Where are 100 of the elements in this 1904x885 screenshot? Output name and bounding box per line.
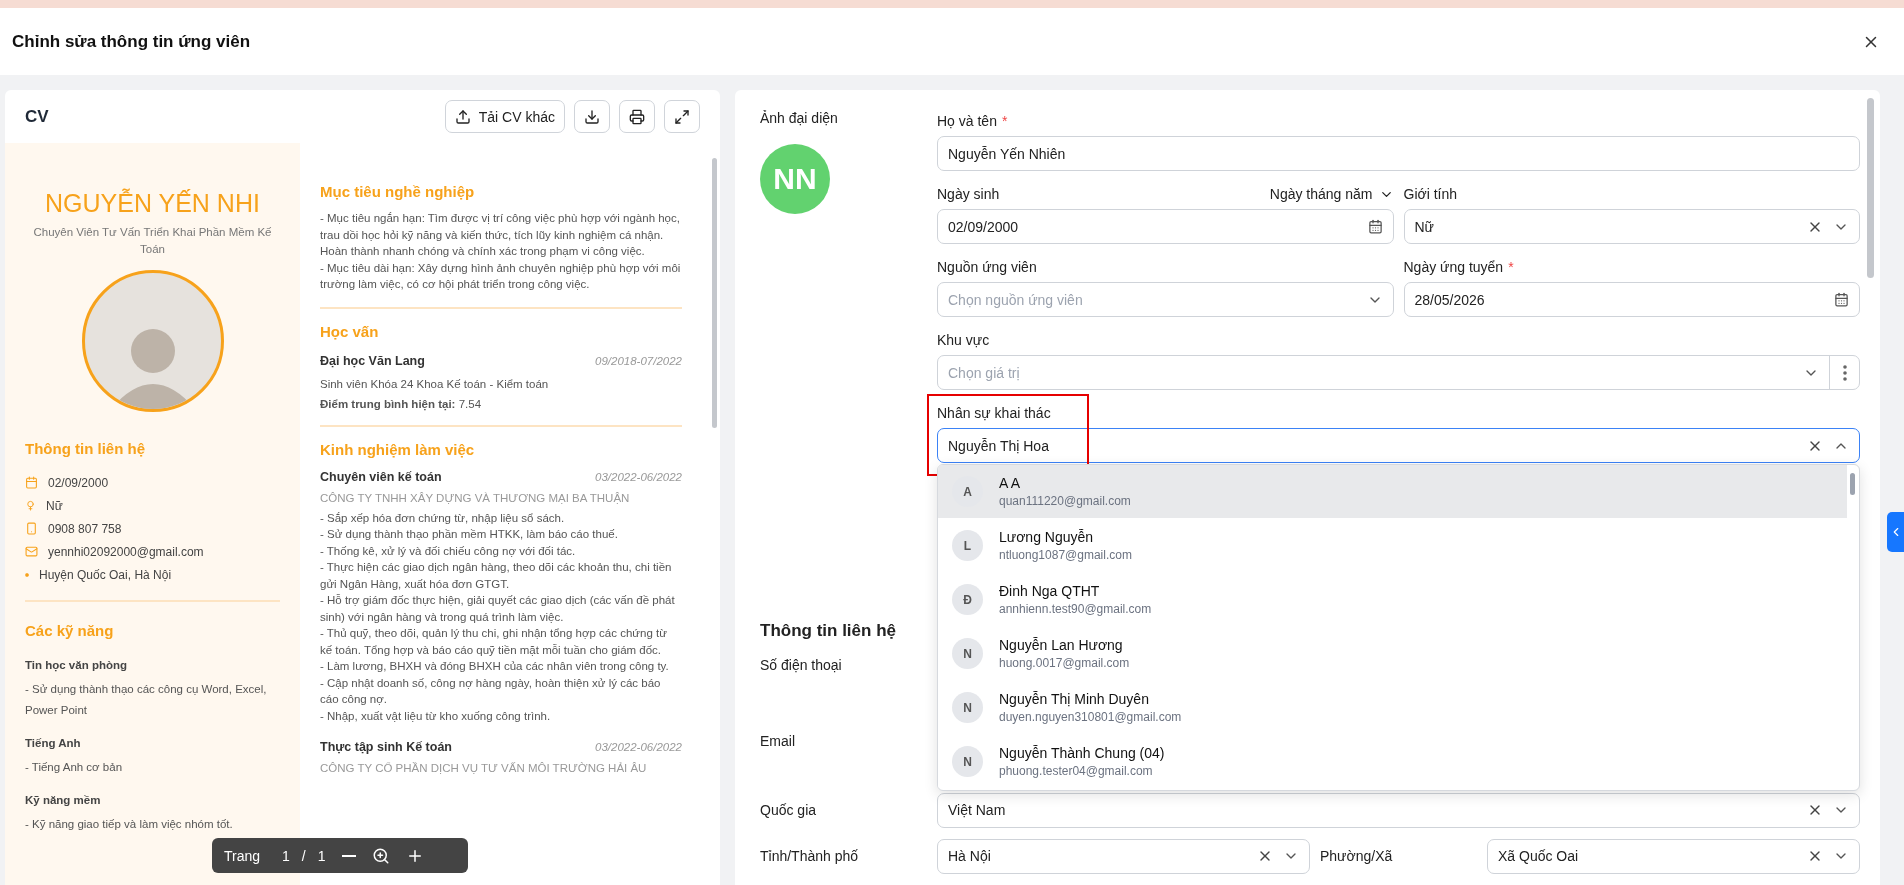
zoom-icon <box>371 846 390 865</box>
contact-text: 02/09/2000 <box>48 475 109 490</box>
period-text: 03/2022-06/2022 <box>595 741 682 753</box>
initial-avatar: N <box>952 692 983 723</box>
field-label: Tỉnh/Thành phố <box>760 848 860 864</box>
page-number: 1 <box>282 847 290 864</box>
company-name: CÔNG TY TNHH XÂY DỰNG VÀ THƯƠNG MẠI BA THUẬN <box>320 491 631 504</box>
calendar-icon[interactable] <box>1834 292 1849 307</box>
section-title: Thông tin liên hệ <box>760 621 897 641</box>
field-label: Khu vực <box>937 332 990 348</box>
contact-text: 0908 807 758 <box>48 521 122 536</box>
birth-date-input[interactable]: 02/09/2000 <box>937 209 1394 244</box>
dropdown-option[interactable]: A A A quan111220@gmail.com <box>938 465 1847 518</box>
dialog-title: Chỉnh sửa thông tin ứng viên <box>12 31 251 52</box>
duty-text: - Hỗ trợ giám đốc thực hiện, giải quyết các giao dịch (các vấn đề phát sinh) với ngân hàng và trong quá trình làm việc. <box>320 593 676 625</box>
download-button[interactable] <box>574 100 610 133</box>
duty-text: - Thủ quỹ, theo dõi, quản lý thu chi, ghi nhận tổng hợp các chứng từ kế toán. Tổng hợp và báo cáo quỹ tiền mặt mỗi tuần cho giám đốc. <box>320 626 668 658</box>
scrollbar[interactable] <box>1850 473 1855 495</box>
scrollbar[interactable] <box>1867 98 1874 278</box>
contact-text: yennhi02092000@gmail.com <box>48 544 204 559</box>
page-label: Trang <box>224 847 261 864</box>
apply-date-input[interactable]: 28/05/2026 <box>1403 282 1860 317</box>
field-label: Nhân sự khai thác <box>937 405 1051 421</box>
section-title: Thông tin liên hệ <box>25 440 146 457</box>
duty-text: - Sắp xếp hóa đơn chứng từ, nhập liệu sổ sách. <box>320 510 566 526</box>
option-name: Lương Nguyễn <box>999 529 1095 545</box>
skill-text: - Sử dụng thành thạo các công cụ Word, Excel, Power Point <box>25 682 268 718</box>
section-title: Các kỹ năng <box>25 622 115 639</box>
download-icon <box>584 108 600 125</box>
field-label: Ngày ứng tuyển * <box>1403 259 1514 275</box>
option-email: duyen.nguyen310801@gmail.com <box>999 710 1182 724</box>
page-separator: / <box>301 847 306 864</box>
period-text: 03/2022-06/2022 <box>595 470 682 483</box>
page-total: 1 <box>317 847 326 864</box>
gpa-text: Điểm trung bình hiện tại: 7.54 <box>320 397 483 413</box>
scrollbar[interactable] <box>712 158 717 428</box>
field-label: Ảnh đại diện <box>760 110 839 126</box>
objective-text: - Mục tiêu ngắn hạn: Tìm được vị trí công việc phù hợp với ngành học, trau dồi học hỏi kỹ năng và kiến thức, tích lũy kinh nghiệm cá nhận. Hoàn thành nhanh chóng và chính xác trong phạm vi công việc. <box>320 211 681 259</box>
school-name: Đại học Văn Lang <box>320 353 425 368</box>
required-mark: * <box>1001 113 1008 129</box>
upload-cv-button[interactable]: Tải CV khác <box>444 100 565 133</box>
skill-text: - Tiếng Anh cơ bản <box>25 760 124 775</box>
option-email: ntluong1087@gmail.com <box>999 548 1132 562</box>
name-input[interactable]: Nguyễn Yến Nhiên <box>937 136 1860 171</box>
gender-select[interactable]: Nữ <box>1403 209 1860 244</box>
calendar-icon <box>25 476 38 489</box>
country-select[interactable]: Việt Nam <box>937 792 1860 828</box>
option-name: Nguyễn Thị Minh Duyên <box>999 691 1150 707</box>
field-label: Nguồn ứng viên <box>937 259 1037 275</box>
duty-text: - Cập nhật doanh số, công nợ hàng ngày, hoàn thiện xử lý các báo cáo công nợ. <box>320 675 662 707</box>
option-name: A A <box>999 475 1022 491</box>
duty-text: - Làm lương, BHXH và đóng BHXH của các nhân viên trong công ty. <box>320 659 670 674</box>
minus-icon <box>341 854 356 857</box>
cv-position: Chuyên Viên Tư Vấn Triển Khai Phần Mềm Kế Toán <box>32 225 273 257</box>
province-select[interactable]: Hà Nội <box>937 838 1310 874</box>
collapse-tab[interactable] <box>1887 512 1904 552</box>
field-label: Ngày sinh <box>937 186 1000 202</box>
duty-text: - Thực hiện các giao dịch ngân hàng, theo dõi các khoản thu, chi tiền gửi Ngân Hàng, xuất hóa đơn GTGT. <box>320 560 673 592</box>
initial-avatar: Đ <box>952 584 983 615</box>
date-format-select[interactable]: Ngày tháng năm <box>1269 186 1394 202</box>
period-text: 09/2018-07/2022 <box>595 354 682 367</box>
major-text: Sinh viên Khóa 24 Khoa Kế toán - Kiểm toán <box>320 376 550 392</box>
field-label: Quốc gia <box>760 802 818 818</box>
option-name: Nguyễn Lan Hương <box>999 637 1124 653</box>
skill-title: Tin học văn phòng <box>25 659 128 671</box>
calendar-icon[interactable] <box>1367 219 1383 234</box>
section-title: Mục tiêu nghề nghiệp <box>320 183 476 200</box>
contact-text: Nữ <box>46 498 63 513</box>
print-icon <box>629 108 645 125</box>
phone-icon <box>25 522 38 535</box>
initial-avatar: L <box>952 530 983 561</box>
objective-text: - Mục tiêu dài hạn: Xây dựng hình ảnh chuyên nghiệp phù hợp với môi trường làm việc, có cơ hội phát triển trong công việc. <box>320 260 682 292</box>
option-name: Đinh Nga QTHT <box>999 583 1101 599</box>
field-label: Họ và tên * <box>937 113 1008 129</box>
more-icon <box>1842 364 1847 381</box>
field-label: Email <box>760 733 796 749</box>
field-label: Số điện thoại <box>760 657 843 673</box>
field-label: Giới tính <box>1403 186 1458 202</box>
cv-name: NGUYỄN YẾN NHI <box>44 189 261 218</box>
expand-icon <box>674 108 690 125</box>
ward-select[interactable]: Xã Quốc Oai <box>1487 838 1860 874</box>
dot-icon <box>25 572 29 577</box>
upload-icon <box>454 108 471 125</box>
required-mark: * <box>1508 259 1514 275</box>
recruiter-select[interactable]: Nguyễn Thị Hoa <box>937 428 1860 463</box>
job-title: Thực tập sinh Kế toán <box>320 740 452 754</box>
duty-text: - Sử dụng thành thạo phần mềm HTKK, làm báo cáo thuế. <box>320 527 619 542</box>
contact-text: Huyện Quốc Oai, Hà Nội <box>39 567 172 582</box>
initial-avatar: N <box>952 746 983 777</box>
skill-title: Kỹ năng mềm <box>25 794 102 806</box>
option-email: annhienn.test90@gmail.com <box>999 602 1152 616</box>
duty-text: - Thống kê, xử lý và đối chiếu công nợ với đối tác. <box>320 543 577 559</box>
duty-text: - Nhập, xuất vật liệu từ kho xuống công trình. <box>320 708 552 724</box>
skill-title: Tiếng Anh <box>25 737 82 749</box>
company-name: CÔNG TY CỔ PHẦN DỊCH VỤ TƯ VẤN MÔI TRƯỜNG HẢI ÂU <box>320 762 648 774</box>
field-label: Phường/Xã <box>1319 848 1394 864</box>
print-button[interactable] <box>619 100 655 133</box>
expand-button[interactable] <box>664 100 700 133</box>
initial-avatar: N <box>952 638 983 669</box>
section-title: Kinh nghiệm làm việc <box>320 440 476 458</box>
